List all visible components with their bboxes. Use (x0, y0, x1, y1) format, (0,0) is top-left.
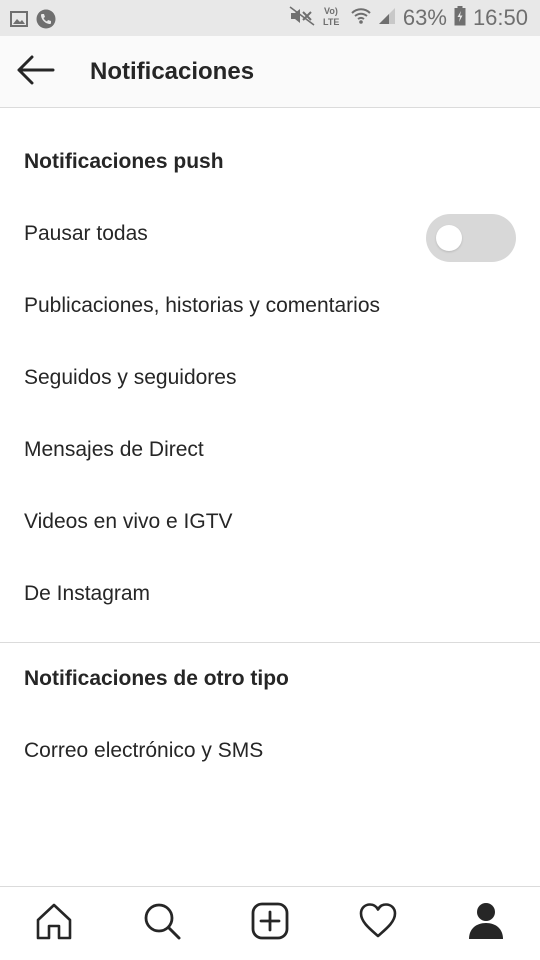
battery-icon (454, 5, 466, 31)
section-title-push: Notificaciones push (24, 150, 224, 173)
settings-item-from-instagram[interactable]: De Instagram (0, 564, 540, 624)
status-left (10, 9, 56, 34)
settings-item-email-sms[interactable]: Correo electrónico y SMS (0, 721, 540, 781)
settings-item-label: Mensajes de Direct (24, 438, 204, 461)
gallery-icon (10, 11, 28, 32)
settings-item-label: Correo electrónico y SMS (24, 739, 264, 762)
header: Notificaciones (0, 36, 540, 108)
nav-add-post[interactable] (240, 894, 300, 954)
settings-item-posts-stories-comments[interactable]: Publicaciones, historias y comentarios (0, 276, 540, 336)
clock: 16:50 (472, 5, 528, 30)
search-icon (142, 901, 182, 946)
battery-percent: 63% (402, 5, 447, 30)
status-right: Vo) LTE 63% 16:50 (289, 4, 528, 32)
wifi-icon (351, 6, 371, 31)
settings-item-label: De Instagram (24, 582, 151, 605)
signal-icon (378, 7, 396, 30)
nav-activity[interactable] (348, 894, 408, 954)
back-button[interactable] (14, 52, 58, 92)
mute-icon (289, 5, 315, 31)
pause-all-label: Pausar todas (24, 222, 148, 245)
add-post-icon (250, 901, 290, 946)
settings-item-label: Videos en vivo e IGTV (24, 510, 233, 533)
settings-item-label: Seguidos y seguidores (24, 366, 237, 389)
phone-icon (36, 9, 56, 34)
activity-heart-icon (358, 901, 398, 946)
pause-all-toggle[interactable] (426, 214, 516, 262)
settings-item-label: Publicaciones, historias y comentarios (24, 294, 380, 317)
arrow-left-icon (16, 55, 56, 90)
nav-search[interactable] (132, 894, 192, 954)
home-icon (34, 901, 74, 946)
pause-all-row: Pausar todas (0, 204, 540, 264)
page-title: Notificaciones (90, 58, 255, 85)
section-title-other: Notificaciones de otro tipo (24, 667, 289, 690)
toggle-knob (436, 225, 462, 251)
svg-text:LTE: LTE (323, 17, 339, 27)
status-bar: Vo) LTE 63% 16:50 (0, 0, 540, 36)
settings-item-direct-messages[interactable]: Mensajes de Direct (0, 420, 540, 480)
profile-icon (466, 901, 506, 946)
bottom-nav (0, 886, 540, 960)
section-divider (0, 642, 540, 643)
nav-home[interactable] (24, 894, 84, 954)
volte-icon: Vo) LTE (322, 5, 344, 32)
settings-item-following-followers[interactable]: Seguidos y seguidores (0, 348, 540, 408)
nav-profile[interactable] (456, 894, 516, 954)
svg-text:Vo): Vo) (324, 6, 338, 16)
settings-item-live-igtv[interactable]: Videos en vivo e IGTV (0, 492, 540, 552)
